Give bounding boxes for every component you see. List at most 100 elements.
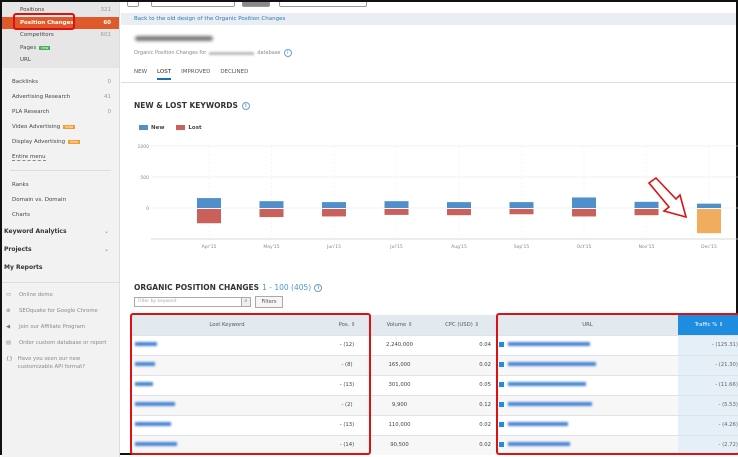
info-icon[interactable]: i <box>241 101 250 110</box>
item-count: 601 <box>100 32 112 39</box>
bar-new <box>322 202 346 208</box>
toolbar-input[interactable] <box>279 2 367 7</box>
cpc-cell: 0.05 <box>427 374 497 395</box>
footer-link-label: Have you seen our new customizable API f… <box>17 356 86 370</box>
table-heading: ORGANIC POSITION CHANGES 1 - 100 (405) i <box>134 283 323 292</box>
x-tick-label: Apr'15 <box>202 244 217 250</box>
subtitle-prefix: Organic Position Changes for <box>134 50 207 56</box>
x-tick-label: Nov'15 <box>639 244 655 250</box>
old-design-link[interactable]: Back to the old design of the Organic Po… <box>121 13 736 25</box>
database-icon: ▤ <box>6 340 12 346</box>
footer-link-1[interactable]: ▭ Online demo <box>2 287 119 303</box>
sidebar-item-display-advertising[interactable]: Display Advertising beta <box>2 134 119 149</box>
item-count: 0 <box>107 78 112 85</box>
bar-new <box>697 203 721 208</box>
footer-link-3[interactable]: ◀ Join our Affiliate Program <box>2 319 119 335</box>
bar-lost <box>509 209 534 215</box>
sidebar: Positions 321 Position Changes 60 Competitor… <box>2 2 120 457</box>
api-icon: {} <box>6 356 13 362</box>
sidebar-item-domain-vs-domain[interactable]: Domain vs. Domain <box>2 192 119 207</box>
info-icon[interactable]: i <box>283 49 292 57</box>
column-header-cpc-usd[interactable]: CPC (USD) ⇕ <box>427 315 497 335</box>
bar-new <box>197 198 221 208</box>
bar-lost <box>447 209 471 216</box>
toolbar-button[interactable] <box>127 2 139 7</box>
volume-cell: 165,000 <box>372 354 427 375</box>
cpc-cell: 0.12 <box>427 394 497 415</box>
sidebar-item-pages[interactable]: Pages new <box>2 42 119 55</box>
legend-new[interactable]: New <box>139 125 164 131</box>
label-text: PLA Research <box>12 108 50 115</box>
new-lost-chart: 1000 500 0 Apr'15 May'15 Jun'15 Jul'15 Aug'15 Se… <box>138 144 738 250</box>
footer-link-5[interactable]: {} Have you seen our new customizable API… <box>2 351 119 375</box>
cpc-cell: 0.02 <box>427 434 497 455</box>
table-title: ORGANIC POSITION CHANGES <box>134 283 260 292</box>
bar-lost <box>384 209 409 215</box>
highlight-box-url-traffic <box>496 313 738 455</box>
bar-new <box>509 202 534 208</box>
tab-lost[interactable]: LOST <box>157 69 172 80</box>
tab-new[interactable]: NEW <box>134 69 147 80</box>
toolbar-button[interactable] <box>242 2 270 7</box>
sidebar-item-label: Video Advertising beta <box>12 123 76 130</box>
tab-declined[interactable]: DECLINED <box>220 69 248 80</box>
label-text: Video Advertising <box>12 123 61 130</box>
volume-cell: 2,240,000 <box>372 334 427 355</box>
footer-link-label: Online demo <box>19 292 53 298</box>
y-tick-label: 500 <box>140 175 149 181</box>
sidebar-item-label: Display Advertising beta <box>12 139 81 145</box>
domain-title-blurred <box>135 36 213 41</box>
filter-keyword-input[interactable]: Filter by keyword <box>134 297 251 307</box>
chart-heading: NEW & LOST KEYWORDS i <box>134 101 250 110</box>
bar-new <box>447 202 471 208</box>
bar-lost <box>197 209 221 224</box>
legend-lost[interactable]: Lost <box>176 125 202 131</box>
beta-badge: beta <box>63 124 76 129</box>
sidebar-item-pla-research[interactable]: PLA Research 0 <box>2 104 119 119</box>
filters-button[interactable]: Filters <box>255 296 283 308</box>
sidebar-item-backlinks[interactable]: Backlinks 0 <box>2 74 119 89</box>
column-header-volume[interactable]: Volume ⇕ <box>372 315 427 335</box>
search-icon[interactable]: ⌕ <box>241 297 251 307</box>
footer-link-label: Order custom database or report <box>19 340 107 346</box>
y-tick-label: 1000 <box>138 144 150 150</box>
sidebar-item-label: Pages new <box>20 44 51 51</box>
footer-link-4[interactable]: ▤ Order custom database or report <box>2 335 119 351</box>
sidebar-submenu: Positions 321 Position Changes 60 Competitor… <box>2 2 119 68</box>
beta-badge: beta <box>68 139 81 144</box>
sidebar-item-advertising-research[interactable]: Advertising Research 41 <box>2 89 119 104</box>
toolbar-button[interactable] <box>151 2 235 7</box>
sidebar-item-entire-menu[interactable]: Entire menu <box>2 149 119 164</box>
megaphone-icon: ◀ <box>6 324 11 330</box>
monitor-icon: ▭ <box>6 292 12 298</box>
bar-lost <box>259 209 284 218</box>
sidebar-item-video-advertising[interactable]: Video Advertising beta <box>2 119 119 134</box>
volume-cell: 90,500 <box>372 434 427 455</box>
sidebar-section-keyword-analytics[interactable]: Keyword Analytics ⌄ <box>2 222 119 240</box>
sidebar-item-url[interactable]: URL <box>2 54 119 67</box>
cpc-cell: 0.04 <box>427 334 497 355</box>
sidebar-section-my-reports[interactable]: My Reports <box>2 258 119 276</box>
footer-link-2[interactable]: ⊛ SEOquake for Google Chrome <box>2 303 119 319</box>
sidebar-section-projects[interactable]: Projects ⌄ <box>2 240 119 258</box>
cpc-cell: 0.02 <box>427 414 497 435</box>
info-icon[interactable]: i <box>314 283 323 292</box>
tabs: NEW LOST IMPROVED DECLINED <box>134 69 248 80</box>
tab-improved[interactable]: IMPROVED <box>181 69 210 80</box>
domain-blurred <box>209 51 255 55</box>
sidebar-item-competitors[interactable]: Competitors 601 <box>2 29 119 42</box>
label-text: Competitors <box>20 32 54 39</box>
sidebar-item-charts[interactable]: Charts <box>2 207 119 222</box>
subtitle-suffix: database <box>257 50 281 56</box>
chevron-down-icon: ⌄ <box>103 227 109 235</box>
sidebar-item-label: Backlinks <box>12 79 38 85</box>
sidebar-item-label: PLA Research <box>12 109 49 115</box>
x-tick-label: May'15 <box>263 244 279 250</box>
sidebar-item-ranks[interactable]: Ranks <box>2 177 119 192</box>
bar-new <box>384 201 409 208</box>
chevron-down-icon: ⌄ <box>103 245 109 253</box>
new-badge: new <box>39 45 51 50</box>
label-text: Pages <box>20 44 37 51</box>
footer-link-label: SEOquake for Google Chrome <box>19 308 98 314</box>
label-text: Advertising Research <box>12 93 71 100</box>
